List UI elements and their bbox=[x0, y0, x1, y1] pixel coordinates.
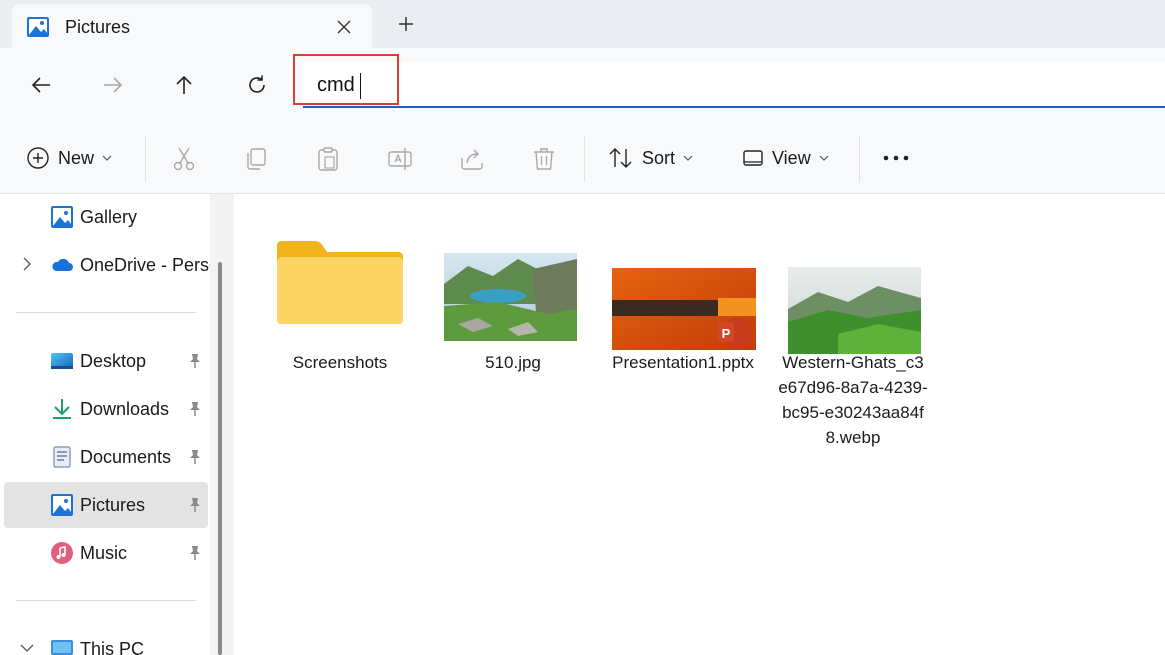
pictures-icon bbox=[51, 494, 73, 516]
chevron-right-icon[interactable] bbox=[20, 257, 34, 271]
refresh-button[interactable] bbox=[242, 70, 272, 100]
presentation-thumbnail: P bbox=[612, 268, 756, 350]
sidebar-item-documents[interactable]: Documents bbox=[4, 434, 208, 480]
up-button[interactable] bbox=[169, 70, 199, 100]
file-name: Screenshots bbox=[292, 353, 388, 372]
forward-button[interactable] bbox=[98, 70, 128, 100]
tab-title: Pictures bbox=[65, 17, 131, 37]
delete-icon[interactable] bbox=[531, 146, 557, 172]
view-button[interactable]: View bbox=[742, 140, 829, 176]
sidebar-item-label: Pictures bbox=[80, 495, 146, 515]
pin-icon[interactable] bbox=[186, 352, 204, 370]
address-bar[interactable] bbox=[303, 62, 1165, 108]
sort-icon bbox=[609, 148, 632, 168]
plus-circle-icon bbox=[27, 147, 49, 169]
sidebar-item-onedrive[interactable]: OneDrive - Perso bbox=[4, 242, 210, 288]
close-tab-button[interactable] bbox=[330, 13, 358, 41]
rename-icon[interactable] bbox=[387, 146, 413, 172]
pin-icon[interactable] bbox=[186, 496, 204, 514]
paste-icon[interactable] bbox=[315, 146, 341, 172]
arrow-up-icon bbox=[176, 75, 192, 94]
document-icon bbox=[53, 446, 71, 468]
new-button[interactable]: New bbox=[26, 140, 112, 176]
navigation-bar bbox=[0, 48, 1165, 122]
chevron-down-icon[interactable] bbox=[20, 641, 34, 655]
arrow-left-icon bbox=[31, 77, 50, 93]
sidebar-item-label: This PC bbox=[80, 639, 145, 655]
sidebar-item-downloads[interactable]: Downloads bbox=[4, 386, 208, 432]
tab-bar: Pictures bbox=[0, 0, 1165, 50]
new-tab-button[interactable] bbox=[392, 10, 420, 38]
pin-icon[interactable] bbox=[186, 400, 204, 418]
sidebar-scrollbar-thumb[interactable] bbox=[218, 262, 222, 655]
back-button[interactable] bbox=[26, 70, 56, 100]
cut-icon[interactable] bbox=[171, 146, 197, 172]
sidebar-divider bbox=[16, 312, 196, 313]
copy-icon[interactable] bbox=[243, 146, 269, 172]
desktop-icon bbox=[51, 353, 73, 369]
gallery-icon bbox=[51, 206, 73, 228]
chevron-down-icon bbox=[102, 155, 112, 161]
sidebar-item-music[interactable]: Music bbox=[4, 530, 208, 576]
more-options-button[interactable] bbox=[881, 140, 911, 176]
view-label: View bbox=[772, 147, 811, 168]
command-bar: New Sort View bbox=[0, 122, 1165, 194]
sidebar-divider bbox=[16, 600, 196, 601]
share-icon[interactable] bbox=[459, 146, 485, 172]
sidebar-item-this-pc[interactable]: This PC bbox=[4, 626, 208, 655]
file-name: Western-Ghats_c3e67d96-8a7a-4239-bc95-e3… bbox=[778, 353, 928, 447]
arrow-right-icon bbox=[104, 77, 123, 93]
highlight-box bbox=[293, 54, 399, 105]
sidebar-item-gallery[interactable]: Gallery bbox=[4, 194, 208, 240]
sidebar-item-desktop[interactable]: Desktop bbox=[4, 338, 208, 384]
file-list: Screenshots 510.jpg P Presentation1.pptx… bbox=[234, 194, 1165, 655]
sidebar-item-label: Documents bbox=[80, 447, 172, 467]
navigation-pane: Gallery OneDrive - Perso Desktop Downloa… bbox=[0, 194, 210, 655]
onedrive-icon bbox=[52, 258, 73, 271]
toolbar-separator bbox=[145, 136, 146, 182]
view-icon bbox=[743, 150, 763, 166]
sidebar-item-label: Gallery bbox=[80, 207, 138, 227]
sidebar-scrollbar[interactable] bbox=[210, 194, 234, 655]
more-icon bbox=[883, 155, 909, 161]
sidebar-item-label: Desktop bbox=[80, 351, 147, 371]
computer-icon bbox=[51, 640, 73, 655]
sidebar-item-label: Downloads bbox=[80, 399, 170, 419]
sidebar-item-pictures[interactable]: Pictures bbox=[4, 482, 208, 528]
new-label: New bbox=[58, 147, 95, 168]
pin-icon[interactable] bbox=[186, 448, 204, 466]
refresh-icon bbox=[249, 75, 265, 93]
plus-icon bbox=[399, 17, 413, 31]
download-icon bbox=[53, 399, 71, 419]
image-thumbnail bbox=[788, 267, 921, 354]
sort-button[interactable]: Sort bbox=[608, 140, 693, 176]
image-thumbnail bbox=[444, 253, 577, 341]
pin-icon[interactable] bbox=[186, 544, 204, 562]
tab-pictures[interactable]: Pictures bbox=[12, 4, 372, 50]
sort-label: Sort bbox=[642, 147, 676, 168]
chevron-down-icon bbox=[683, 155, 693, 161]
file-name: 510.jpg bbox=[485, 353, 541, 372]
sidebar-item-label: OneDrive - Perso bbox=[80, 255, 210, 275]
toolbar-separator bbox=[584, 136, 585, 182]
folder-icon bbox=[277, 241, 403, 324]
close-icon bbox=[337, 20, 351, 34]
music-icon bbox=[51, 542, 73, 564]
pictures-icon bbox=[27, 17, 49, 37]
toolbar-separator bbox=[859, 136, 860, 182]
file-name: Presentation1.pptx bbox=[612, 353, 754, 372]
chevron-down-icon bbox=[819, 155, 829, 161]
svg-text:P: P bbox=[722, 326, 731, 341]
sidebar-item-label: Music bbox=[80, 543, 128, 563]
